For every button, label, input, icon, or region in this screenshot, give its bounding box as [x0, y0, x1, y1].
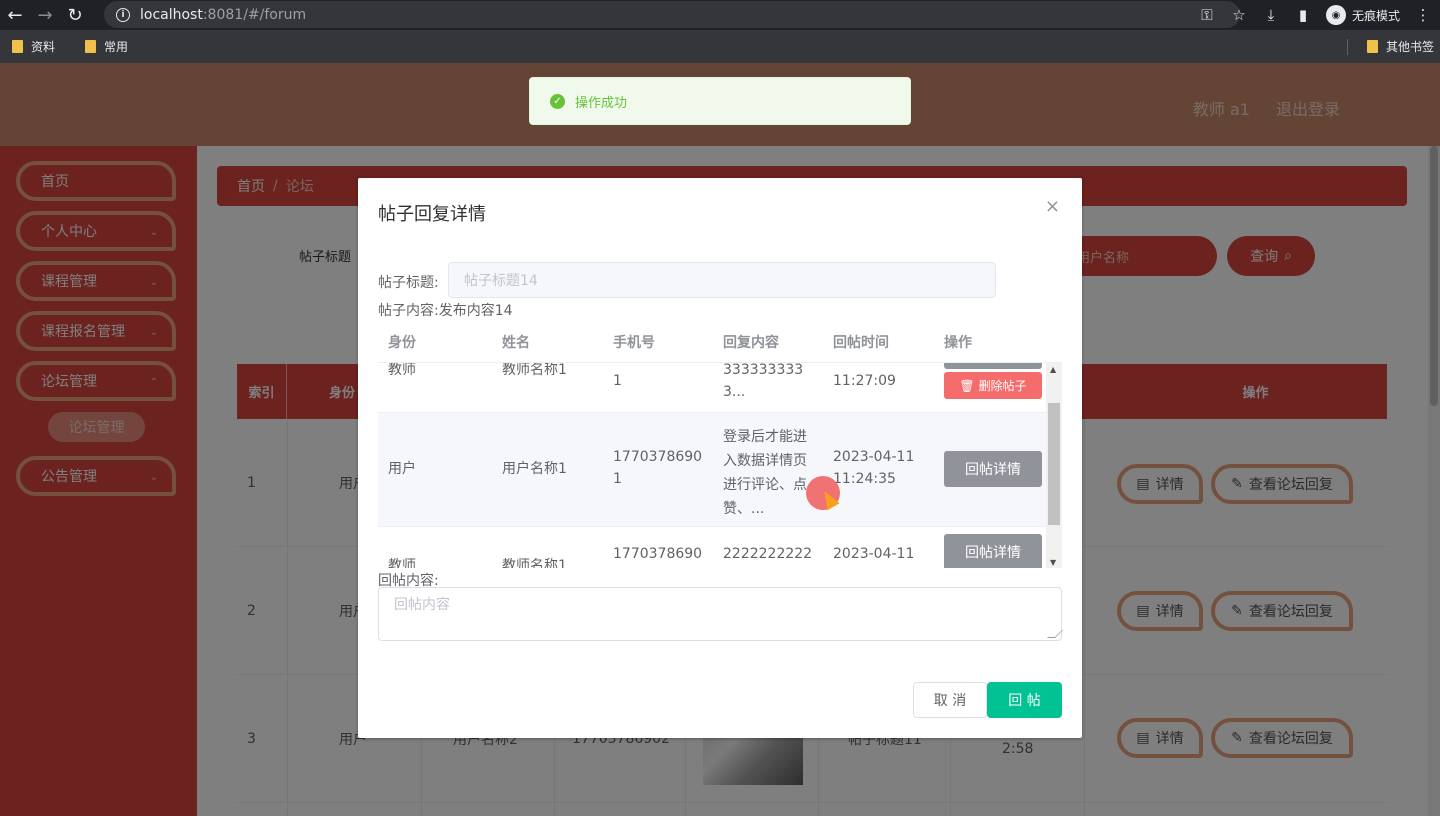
- cancel-button-label: 取 消: [933, 693, 967, 709]
- bookmark-label: 资料: [31, 40, 56, 54]
- reply-detail-button[interactable]: 回帖详情: [944, 451, 1042, 487]
- forward-icon[interactable]: →: [30, 0, 60, 30]
- toast-message: 操作成功: [575, 95, 628, 111]
- reply-name: 用户名称1: [502, 461, 567, 477]
- post-content-value: 发布内容14: [438, 303, 513, 319]
- reply-row: 教师 教师名称1 1 333333333 3... 11:27:09 🗑 删除帖子: [378, 362, 1046, 413]
- success-toast: ✓ 操作成功: [529, 77, 911, 125]
- site-info-icon[interactable]: i: [116, 7, 130, 22]
- post-title-input: 帖子标题14: [448, 262, 996, 298]
- reply-identity: 教师: [388, 558, 416, 568]
- delete-post-button[interactable]: 🗑 删除帖子: [944, 372, 1042, 399]
- reply-time: 2023-04-11 11:24:35: [833, 449, 915, 487]
- star-icon[interactable]: ☆: [1230, 6, 1248, 24]
- scroll-up-icon[interactable]: ▲: [1050, 365, 1056, 374]
- reply-table-header: 身份 姓名 手机号 回复内容 回帖时间 操作: [378, 326, 1062, 362]
- trash-icon: 🗑: [959, 378, 975, 393]
- reply-detail-button[interactable]: [944, 363, 1042, 369]
- url-host: localhost: [140, 6, 203, 23]
- reply-table-scroll-thumb[interactable]: [1048, 403, 1060, 525]
- reply-row: 教师 教师名称1 1770378690 2222222222 2023-04-1…: [378, 527, 1046, 568]
- post-content-line: 帖子内容:发布内容14: [378, 300, 513, 320]
- reply-detail-label: 回帖详情: [965, 545, 1021, 561]
- reply-col-actions: 操作: [944, 335, 972, 351]
- bookmark-divider: [1347, 39, 1348, 55]
- cancel-button[interactable]: 取 消: [913, 682, 987, 718]
- reply-content: 2222222222: [723, 546, 813, 562]
- reply-content: 登录后才能进 入数据详情页 进行评论、点 赞、...: [723, 429, 807, 517]
- address-bar[interactable]: i localhost:8081/#/forum: [104, 1, 1240, 28]
- bookmark-folder[interactable]: 常用: [85, 38, 128, 55]
- reply-content: 333333333 3...: [723, 362, 804, 400]
- more-menu-icon[interactable]: ⋮: [1414, 6, 1432, 24]
- sidepanel-icon[interactable]: ▮: [1294, 6, 1312, 24]
- post-title-value: 帖子标题14: [464, 273, 538, 289]
- reply-detail-label: 回帖详情: [965, 462, 1021, 478]
- reply-phone: 1770378690 1: [613, 449, 703, 487]
- incognito-icon: ◉: [1325, 5, 1346, 25]
- post-content-label: 帖子内容:: [378, 303, 439, 319]
- reply-time: 2023-04-11: [833, 546, 915, 562]
- bookmark-label: 常用: [104, 40, 129, 54]
- close-icon[interactable]: ×: [1045, 196, 1060, 217]
- reply-content-textarea[interactable]: 回帖内容: [378, 587, 1063, 641]
- reply-detail-button[interactable]: 回帖详情: [944, 534, 1042, 568]
- reply-table-scrollbar[interactable]: ▲ ▼: [1046, 363, 1062, 568]
- reply-identity: 教师: [388, 362, 416, 378]
- incognito-label: 无痕模式: [1351, 8, 1400, 23]
- post-title-label: 帖子标题:: [378, 275, 439, 291]
- bookmark-label: 其他书签: [1385, 40, 1434, 54]
- key-icon[interactable]: ⚿: [1198, 6, 1216, 24]
- reply-row: 用户 用户名称1 1770378690 1 登录后才能进 入数据详情页 进行评论…: [378, 413, 1046, 527]
- reply-col-identity: 身份: [388, 335, 416, 351]
- reply-col-content: 回复内容: [723, 335, 779, 351]
- success-check-icon: ✓: [550, 93, 565, 109]
- incognito-indicator[interactable]: ◉ 无痕模式: [1325, 5, 1400, 25]
- reply-time: 11:27:09: [833, 373, 896, 389]
- delete-post-label: 删除帖子: [978, 379, 1027, 393]
- download-icon[interactable]: ⤓: [1262, 6, 1280, 24]
- reply-detail-dialog: 帖子回复详情 × 帖子标题: 帖子标题14 帖子内容:发布内容14 身份 姓名 …: [358, 178, 1082, 738]
- folder-icon: [85, 40, 97, 53]
- folder-icon: [1366, 40, 1378, 53]
- reply-placeholder: 回帖内容: [394, 597, 450, 613]
- dialog-title: 帖子回复详情: [378, 204, 486, 225]
- resize-handle-icon[interactable]: [1047, 630, 1063, 638]
- reply-phone: 1: [613, 373, 622, 389]
- url-path: :8081/#/forum: [202, 6, 307, 23]
- submit-reply-label: 回 帖: [1008, 693, 1041, 709]
- reply-name: 教师名称1: [502, 558, 567, 568]
- scroll-down-icon[interactable]: ▼: [1050, 558, 1056, 567]
- folder-icon: [12, 40, 23, 53]
- browser-toolbar: ← → ↻ i localhost:8081/#/forum ⚿ ☆ ⤓ ▮ ◉…: [0, 0, 1440, 30]
- reply-table-body[interactable]: 教师 教师名称1 1 333333333 3... 11:27:09 🗑 删除帖子…: [378, 362, 1062, 568]
- reload-icon[interactable]: ↻: [60, 0, 90, 30]
- other-bookmarks[interactable]: 其他书签: [1366, 30, 1434, 63]
- reply-col-phone: 手机号: [613, 335, 655, 351]
- reply-phone: 1770378690: [613, 546, 703, 562]
- bookmark-folder[interactable]: 资料: [12, 38, 55, 55]
- reply-col-name: 姓名: [502, 335, 530, 351]
- reply-identity: 用户: [388, 461, 416, 477]
- bookmarks-bar: 资料 常用 其他书签: [0, 30, 1440, 63]
- submit-reply-button[interactable]: 回 帖: [987, 682, 1062, 718]
- browser-actions: ⚿ ☆ ⤓ ▮ ◉ 无痕模式 ⋮: [1198, 0, 1432, 30]
- reply-name: 教师名称1: [502, 362, 567, 378]
- back-icon[interactable]: ←: [0, 0, 30, 30]
- reply-col-time: 回帖时间: [833, 335, 889, 351]
